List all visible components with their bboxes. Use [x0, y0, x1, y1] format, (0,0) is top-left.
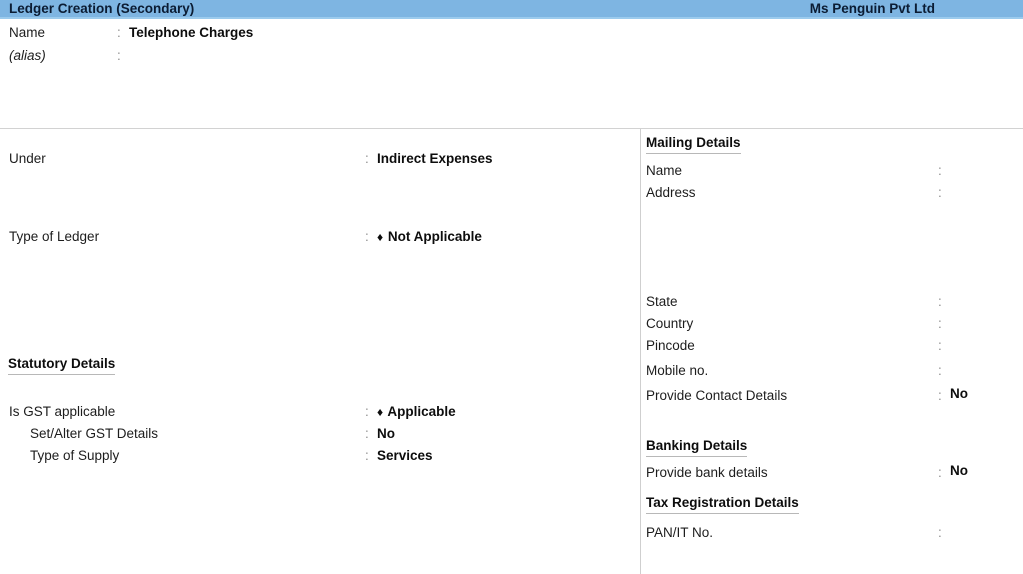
provide-contact-details-field[interactable]: No	[950, 386, 968, 401]
country-label: Country	[646, 316, 694, 331]
is-gst-applicable-colon: :	[365, 404, 369, 419]
type-of-supply-field[interactable]: Services	[377, 448, 433, 463]
provide-bank-details-colon: :	[938, 465, 942, 480]
vertical-divider	[640, 129, 641, 574]
under-field[interactable]: Indirect Expenses	[377, 151, 493, 166]
provide-bank-details-field[interactable]: No	[950, 463, 968, 478]
selector-diamond-icon: ♦	[377, 230, 385, 244]
address-colon: :	[938, 185, 942, 200]
is-gst-applicable-field[interactable]: ♦ Applicable	[377, 404, 456, 419]
set-alter-gst-details-field[interactable]: No	[377, 426, 395, 441]
provide-contact-details-colon: :	[938, 388, 942, 403]
state-colon: :	[938, 294, 942, 309]
mobile-no-colon: :	[938, 363, 942, 378]
is-gst-applicable-value: Applicable	[387, 404, 456, 419]
type-of-ledger-value: Not Applicable	[387, 229, 482, 244]
name-colon: :	[117, 25, 121, 40]
banking-details-heading: Banking Details	[646, 438, 748, 457]
under-label: Under	[9, 151, 46, 166]
mailing-details-heading: Mailing Details	[646, 135, 741, 154]
provide-contact-details-label: Provide Contact Details	[646, 388, 788, 403]
set-alter-gst-details-colon: :	[365, 426, 369, 441]
type-of-ledger-label: Type of Ledger	[9, 229, 100, 244]
statutory-details-heading: Statutory Details	[8, 356, 116, 375]
alias-label: (alias)	[9, 48, 46, 63]
country-colon: :	[938, 316, 942, 331]
mobile-no-label: Mobile no.	[646, 363, 709, 378]
company-name: Ms Penguin Pvt Ltd	[809, 1, 935, 16]
horizontal-divider	[0, 128, 1023, 129]
mailing-name-colon: :	[938, 163, 942, 178]
pan-it-no-colon: :	[938, 525, 942, 540]
type-of-supply-label: Type of Supply	[30, 448, 120, 463]
name-field[interactable]: Telephone Charges	[129, 25, 253, 40]
name-label: Name	[9, 25, 46, 40]
state-label: State	[646, 294, 678, 309]
is-gst-applicable-label: Is GST applicable	[9, 404, 116, 419]
under-colon: :	[365, 151, 369, 166]
tax-registration-details-heading: Tax Registration Details	[646, 495, 799, 514]
type-of-supply-colon: :	[365, 448, 369, 463]
pincode-colon: :	[938, 338, 942, 353]
type-of-ledger-field[interactable]: ♦ Not Applicable	[377, 229, 482, 244]
pan-it-no-label: PAN/IT No.	[646, 525, 714, 540]
provide-bank-details-label: Provide bank details	[646, 465, 768, 480]
alias-colon: :	[117, 48, 121, 63]
set-alter-gst-details-label: Set/Alter GST Details	[30, 426, 159, 441]
mailing-name-label: Name	[646, 163, 683, 178]
screen-title: Ledger Creation (Secondary)	[9, 1, 195, 16]
tally-ledger-creation-screen: Ledger Creation (Secondary) Ms Penguin P…	[0, 0, 1023, 574]
title-bar: Ledger Creation (Secondary) Ms Penguin P…	[0, 0, 1023, 19]
pincode-label: Pincode	[646, 338, 695, 353]
selector-diamond-icon: ♦	[377, 405, 385, 419]
type-of-ledger-colon: :	[365, 229, 369, 244]
address-label: Address	[646, 185, 696, 200]
